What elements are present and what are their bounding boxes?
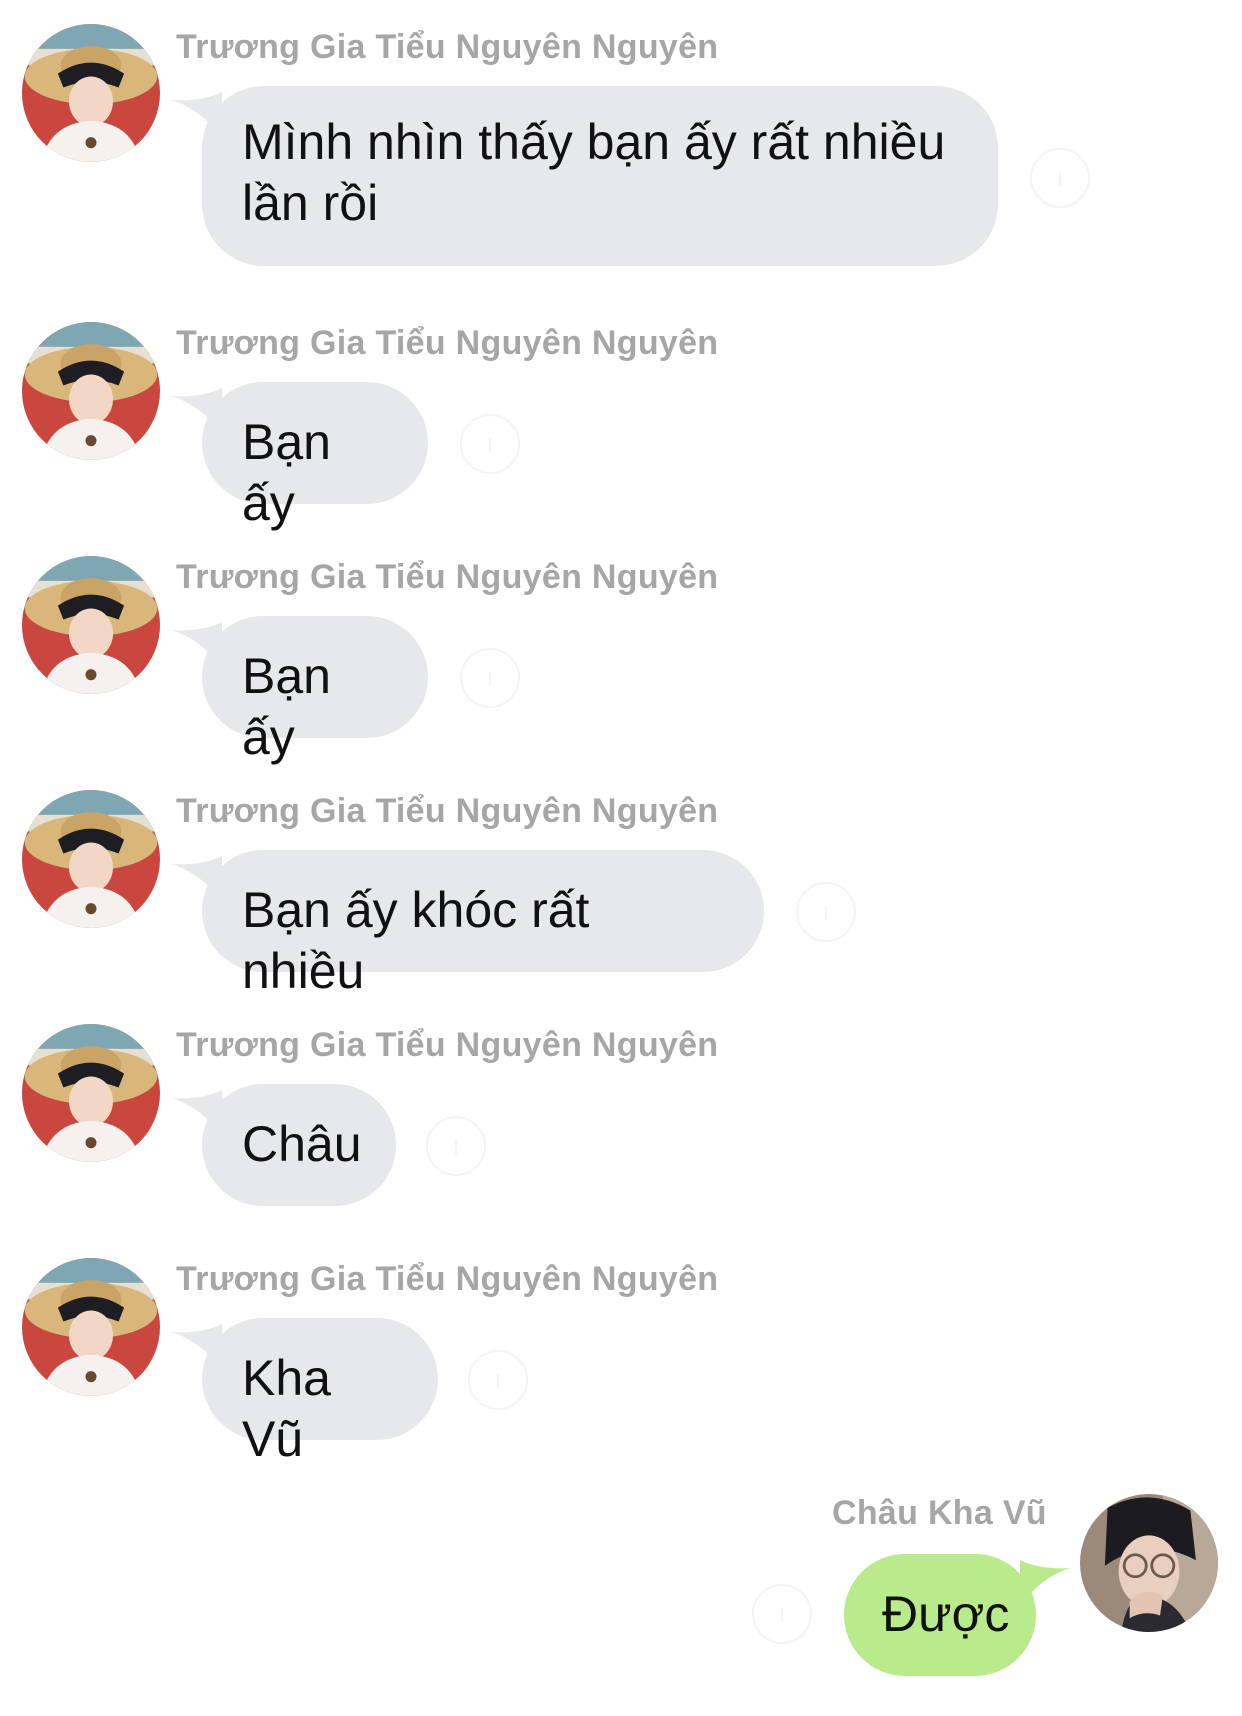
avatar-straw-hat-icon[interactable] <box>22 556 160 694</box>
reaction-icon[interactable] <box>460 648 520 708</box>
avatar-straw-hat-icon[interactable] <box>22 1258 160 1396</box>
avatar-straw-hat-icon[interactable] <box>22 790 160 928</box>
reaction-icon[interactable] <box>426 1116 486 1176</box>
sender-name: Trương Gia Tiểu Nguyên Nguyên <box>176 28 719 66</box>
sender-name: Trương Gia Tiểu Nguyên Nguyên <box>176 324 719 362</box>
reaction-icon[interactable] <box>796 882 856 942</box>
avatar-straw-hat-icon[interactable] <box>22 1024 160 1162</box>
message-bubble[interactable]: Châu <box>202 1084 396 1206</box>
reaction-icon[interactable] <box>1030 148 1090 208</box>
chat-thread: Trương Gia Tiểu Nguyên Nguyên Mình nhìn … <box>0 0 1242 1716</box>
message-bubble[interactable]: Bạn ấy khóc rất nhiều <box>202 850 764 999</box>
sender-name: Châu Kha Vũ <box>832 1494 1047 1532</box>
avatar-glasses-icon[interactable] <box>1080 1494 1218 1632</box>
message-bubble[interactable]: Kha Vũ <box>202 1318 438 1467</box>
reaction-icon[interactable] <box>460 414 520 474</box>
message-row: Trương Gia Tiểu Nguyên Nguyên Mình nhìn … <box>0 0 1242 266</box>
sender-name: Trương Gia Tiểu Nguyên Nguyên <box>176 1026 719 1064</box>
sender-name: Trương Gia Tiểu Nguyên Nguyên <box>176 1260 719 1298</box>
message-bubble[interactable]: Bạn ấy <box>202 616 428 765</box>
message-bubble[interactable]: Bạn ấy <box>202 382 428 531</box>
sender-name: Trương Gia Tiểu Nguyên Nguyên <box>176 558 719 596</box>
message-bubble[interactable]: Mình nhìn thấy bạn ấy rất nhiều lần rồi <box>202 86 998 266</box>
message-bubble[interactable]: Được <box>844 1554 1036 1676</box>
avatar-straw-hat-icon[interactable] <box>22 322 160 460</box>
reaction-icon[interactable] <box>752 1584 812 1644</box>
sender-name: Trương Gia Tiểu Nguyên Nguyên <box>176 792 719 830</box>
bubble-tail <box>1020 1560 1070 1606</box>
reaction-icon[interactable] <box>468 1350 528 1410</box>
avatar-straw-hat-icon[interactable] <box>22 24 160 162</box>
